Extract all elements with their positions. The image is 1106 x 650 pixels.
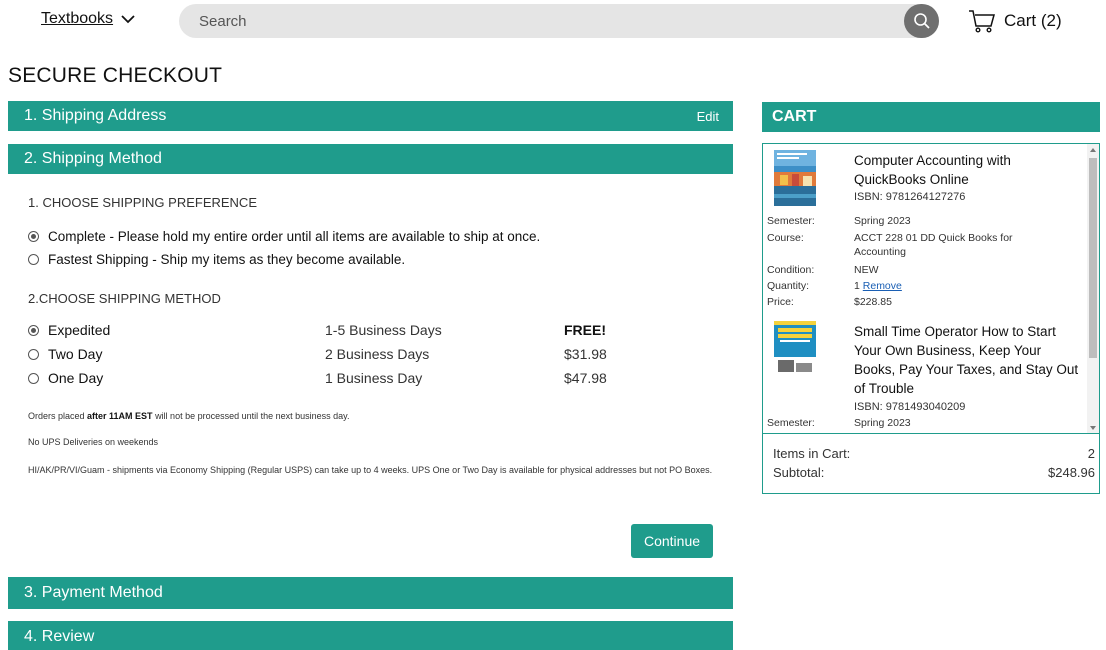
shipping-option-select[interactable]: Two Day — [28, 346, 102, 362]
quantity-number: 1 — [854, 280, 860, 292]
textbooks-label: Textbooks — [41, 10, 114, 27]
radio-unselected-icon[interactable] — [28, 372, 39, 384]
search-bar — [179, 4, 939, 38]
shipping-option-price: $31.98 — [564, 346, 607, 362]
cutoff-note: Orders placed after 11AM EST will not be… — [28, 411, 718, 422]
price-label: Price: — [767, 296, 794, 308]
shipping-option-select[interactable]: One Day — [28, 370, 103, 386]
search-input[interactable] — [199, 4, 889, 38]
cart-item-title: Computer Accounting with QuickBooks Onli… — [854, 153, 1011, 187]
shipping-option-two-day[interactable]: Two Day 2 Business Days $31.98 — [28, 344, 728, 366]
cart-link[interactable]: Cart (2) — [968, 8, 1062, 34]
preference-fastest-option[interactable]: Fastest Shipping - Ship my items as they… — [28, 252, 405, 267]
section-title: 1. Shipping Address — [24, 107, 167, 124]
cart-label: Cart (2) — [1004, 11, 1062, 30]
shipping-option-one-day[interactable]: One Day 1 Business Day $47.98 — [28, 368, 728, 390]
shipping-option-days: 1-5 Business Days — [325, 322, 442, 338]
items-in-cart-row: Items in Cart: 2 — [773, 446, 1099, 461]
search-button[interactable] — [904, 4, 939, 38]
subtotal-row: Subtotal: $248.96 — [773, 465, 1099, 480]
scroll-down-icon[interactable] — [1090, 426, 1096, 430]
cutoff-note-bold: after 11AM EST — [87, 411, 153, 421]
semester-label: Semester: — [767, 215, 815, 227]
textbooks-menu[interactable]: Textbooks — [41, 10, 135, 28]
page-title: SECURE CHECKOUT — [8, 64, 223, 87]
shipping-option-select[interactable]: Expedited — [28, 322, 110, 338]
territories-note: HI/AK/PR/VI/Guam - shipments via Economy… — [28, 465, 713, 475]
section-title: 4. Review — [24, 627, 95, 645]
items-in-cart-label: Items in Cart: — [773, 446, 851, 461]
preference-complete-option[interactable]: Complete - Please hold my entire order u… — [28, 229, 540, 244]
continue-button[interactable]: Continue — [631, 524, 713, 558]
weekend-note: No UPS Deliveries on weekends — [28, 437, 159, 447]
course-label: Course: — [767, 232, 804, 244]
section-shipping-address[interactable]: 1. Shipping Address Edit — [8, 101, 733, 131]
edit-shipping-address-link[interactable]: Edit — [697, 109, 719, 124]
section-shipping-method: 2. Shipping Method — [8, 144, 733, 174]
section-payment-method[interactable]: 3. Payment Method — [8, 577, 733, 609]
quantity-value: 1 Remove — [854, 279, 1084, 293]
cart-item-isbn: ISBN: 9781264127276 — [854, 191, 966, 203]
subtotal-label: Subtotal: — [773, 465, 825, 480]
quantity-label: Quantity: — [767, 280, 810, 292]
semester-value: Spring 2023 — [854, 417, 911, 429]
shipping-option-price: FREE! — [564, 322, 606, 338]
shipping-preference-heading: 1. CHOOSE SHIPPING PREFERENCE — [28, 195, 257, 210]
shipping-option-expedited[interactable]: Expedited 1-5 Business Days FREE! — [28, 320, 728, 342]
subtotal-value: $248.96 — [1048, 465, 1095, 480]
section-title: 2. Shipping Method — [24, 150, 162, 167]
top-bar: Textbooks Cart (2) — [0, 0, 1106, 44]
scroll-up-icon[interactable] — [1090, 148, 1096, 152]
cart-header: CART — [762, 102, 1100, 132]
radio-unselected-icon[interactable] — [28, 348, 39, 360]
shipping-method-heading: 2.CHOOSE SHIPPING METHOD — [28, 291, 221, 306]
scrollbar-thumb[interactable] — [1089, 158, 1097, 358]
preference-label: Complete - Please hold my entire order u… — [48, 229, 541, 244]
shipping-option-name: Two Day — [48, 346, 103, 362]
book-cover-image — [774, 321, 816, 377]
section-review[interactable]: 4. Review — [8, 621, 733, 650]
radio-selected-icon[interactable] — [28, 324, 39, 336]
cutoff-note-text: Orders placed — [28, 411, 88, 421]
semester-label: Semester: — [767, 417, 815, 429]
shipping-option-days: 2 Business Days — [325, 346, 430, 362]
condition-label: Condition: — [767, 264, 815, 276]
remove-item-link[interactable]: Remove — [863, 280, 902, 292]
price-value: $228.85 — [854, 296, 892, 308]
radio-unselected-icon[interactable] — [28, 254, 39, 265]
items-in-cart-value: 2 — [1087, 446, 1095, 461]
section-title: 3. Payment Method — [24, 584, 163, 601]
shipping-option-name: Expedited — [48, 322, 111, 338]
preference-label: Fastest Shipping - Ship my items as they… — [48, 252, 406, 267]
shipping-option-name: One Day — [48, 370, 104, 386]
cart-item-isbn: ISBN: 9781493040209 — [854, 401, 966, 413]
cart-icon — [969, 10, 995, 33]
search-icon — [913, 13, 930, 29]
shipping-option-days: 1 Business Day — [325, 370, 423, 386]
cutoff-note-text: will not be processed until the next bus… — [152, 411, 350, 421]
semester-value: Spring 2023 — [854, 215, 911, 227]
cart-panel: Computer Accounting with QuickBooks Onli… — [762, 143, 1100, 494]
cart-scrollbar[interactable] — [1087, 144, 1099, 433]
radio-selected-icon[interactable] — [28, 231, 39, 242]
chevron-down-icon — [121, 15, 135, 24]
book-cover-image — [774, 150, 816, 206]
cart-items-list[interactable]: Computer Accounting with QuickBooks Onli… — [763, 144, 1099, 434]
condition-value: NEW — [854, 264, 879, 276]
cart-item-title: Small Time Operator How to Start Your Ow… — [854, 324, 1079, 396]
course-value: ACCT 228 01 DD Quick Books for Accountin… — [854, 232, 1013, 258]
shipping-option-price: $47.98 — [564, 370, 607, 386]
